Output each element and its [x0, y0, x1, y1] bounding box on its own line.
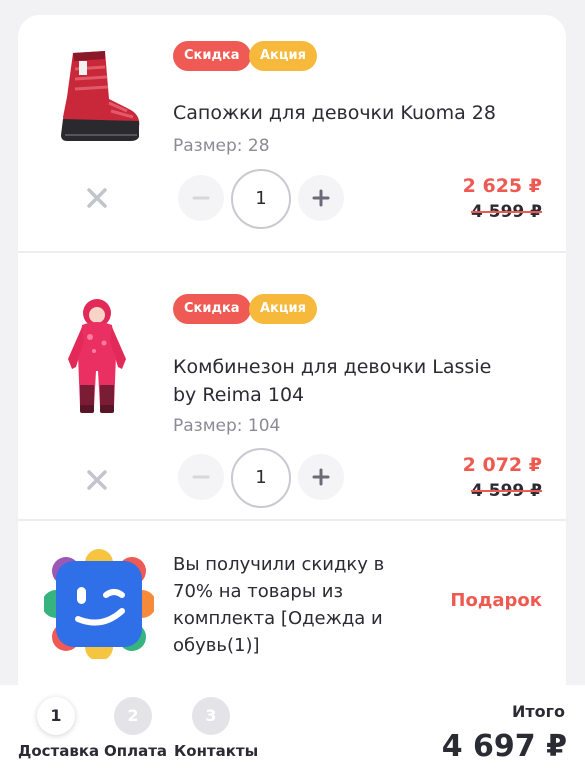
quantity-stepper: 1 [178, 448, 344, 508]
gift-message: Вы получили скидку в 70% на товары из ко… [173, 554, 385, 656]
quantity-stepper: 1 [178, 169, 344, 229]
badge-promo: Акция [249, 294, 317, 324]
minus-icon [192, 196, 210, 200]
item-title[interactable]: Сапожки для девочки Kuoma 28 [173, 99, 518, 127]
current-price: 2 072 ₽ [462, 454, 542, 476]
step-delivery-number[interactable]: 1 [37, 697, 75, 735]
step-contacts-label[interactable]: Контакты [174, 742, 258, 760]
total-label: Итого [511, 702, 565, 721]
item-title[interactable]: Комбинезон для девочки Lassie by Reima 1… [173, 353, 518, 409]
item-size: Размер: 104 [173, 416, 281, 436]
total-value: 4 697 ₽ [441, 729, 567, 764]
plus-icon [312, 189, 330, 207]
remove-item-button[interactable] [82, 465, 112, 495]
jumpsuit-icon [68, 299, 126, 413]
close-icon [87, 188, 107, 208]
step-delivery-label[interactable]: Доставка [18, 742, 99, 760]
minus-icon [192, 475, 210, 479]
increase-quantity-button[interactable] [298, 454, 344, 500]
quantity-field[interactable]: 1 [231, 448, 291, 508]
quantity-field[interactable]: 1 [231, 169, 291, 229]
step-contacts-number[interactable]: 3 [192, 697, 230, 735]
step-payment-label[interactable]: Оплата [104, 742, 167, 760]
badge-promo: Акция [249, 41, 317, 71]
checkout-bar: 1 2 3 Доставка Оплата Контакты Итого 4 6… [0, 685, 585, 770]
badge-discount: Скидка [173, 41, 251, 71]
badge-discount: Скидка [173, 294, 251, 324]
wink-face-icon [44, 549, 154, 659]
cart-card: Скидка Акция Сапожки для девочки Kuoma 2… [18, 15, 566, 685]
cart-item-boots: Скидка Акция Сапожки для девочки Kuoma 2… [18, 15, 566, 251]
cart-item-jumpsuit: Скидка Акция Комбинезон для девочки Lass… [18, 253, 566, 519]
gift-tag[interactable]: Подарок [450, 590, 542, 611]
plus-icon [312, 468, 330, 486]
item-size: Размер: 28 [173, 136, 270, 156]
old-price: 4 599 ₽ [471, 202, 542, 222]
item-title-line: by Reima 104 [173, 384, 305, 406]
decrease-quantity-button[interactable] [178, 175, 224, 221]
boot-icon [61, 51, 140, 141]
remove-item-button[interactable] [82, 183, 112, 213]
increase-quantity-button[interactable] [298, 175, 344, 221]
step-payment-number[interactable]: 2 [114, 697, 152, 735]
gift-notice: Вы получили скидку в 70% на товары из ко… [18, 521, 566, 685]
close-icon [87, 470, 107, 490]
current-price: 2 625 ₽ [462, 175, 542, 197]
old-price: 4 599 ₽ [471, 481, 542, 501]
decrease-quantity-button[interactable] [178, 454, 224, 500]
item-title-line: Комбинезон для девочки Lassie [173, 356, 492, 378]
